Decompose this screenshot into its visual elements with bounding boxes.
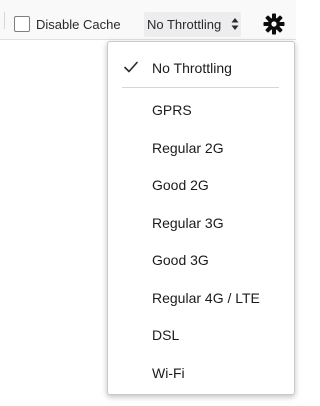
menu-item-label: Regular 4G / LTE: [152, 290, 260, 306]
menu-item-regular-3g[interactable]: Regular 3G: [108, 207, 294, 237]
menu-item-wifi[interactable]: Wi-Fi: [108, 357, 294, 387]
menu-item-gprs[interactable]: GPRS: [108, 94, 294, 124]
menu-item-label: Good 2G: [152, 177, 209, 193]
menu-item-label: DSL: [152, 327, 180, 343]
menu-item-label: Wi-Fi: [152, 365, 185, 381]
menu-item-label: No Throttling: [152, 60, 232, 76]
menu-item-label: Good 3G: [152, 252, 209, 268]
menu-item-regular-4g-lte[interactable]: Regular 4G / LTE: [108, 282, 294, 312]
menu-item-label: Regular 2G: [152, 140, 224, 156]
disable-cache-checkbox[interactable]: [14, 16, 30, 32]
throttling-select-value: No Throttling: [147, 17, 222, 32]
throttling-select[interactable]: No Throttling: [144, 12, 241, 37]
menu-separator: [122, 87, 279, 88]
menu-item-no-throttling[interactable]: No Throttling: [108, 52, 294, 82]
network-toolbar: Disable Cache No Throttling: [0, 0, 296, 40]
menu-item-regular-2g[interactable]: Regular 2G: [108, 132, 294, 162]
disable-cache-label[interactable]: Disable Cache: [36, 17, 121, 32]
menu-item-good-3g[interactable]: Good 3G: [108, 244, 294, 274]
menu-item-label: GPRS: [152, 102, 192, 118]
gear-icon[interactable]: [263, 13, 285, 35]
checkmark-icon: [124, 61, 138, 73]
toolbar-divider: [4, 12, 5, 29]
updown-arrows-icon: [231, 18, 239, 30]
menu-item-dsl[interactable]: DSL: [108, 319, 294, 349]
throttling-menu: No Throttling GPRS Regular 2G Good 2G Re…: [107, 41, 295, 395]
menu-item-label: Regular 3G: [152, 215, 224, 231]
menu-item-good-2g[interactable]: Good 2G: [108, 169, 294, 199]
